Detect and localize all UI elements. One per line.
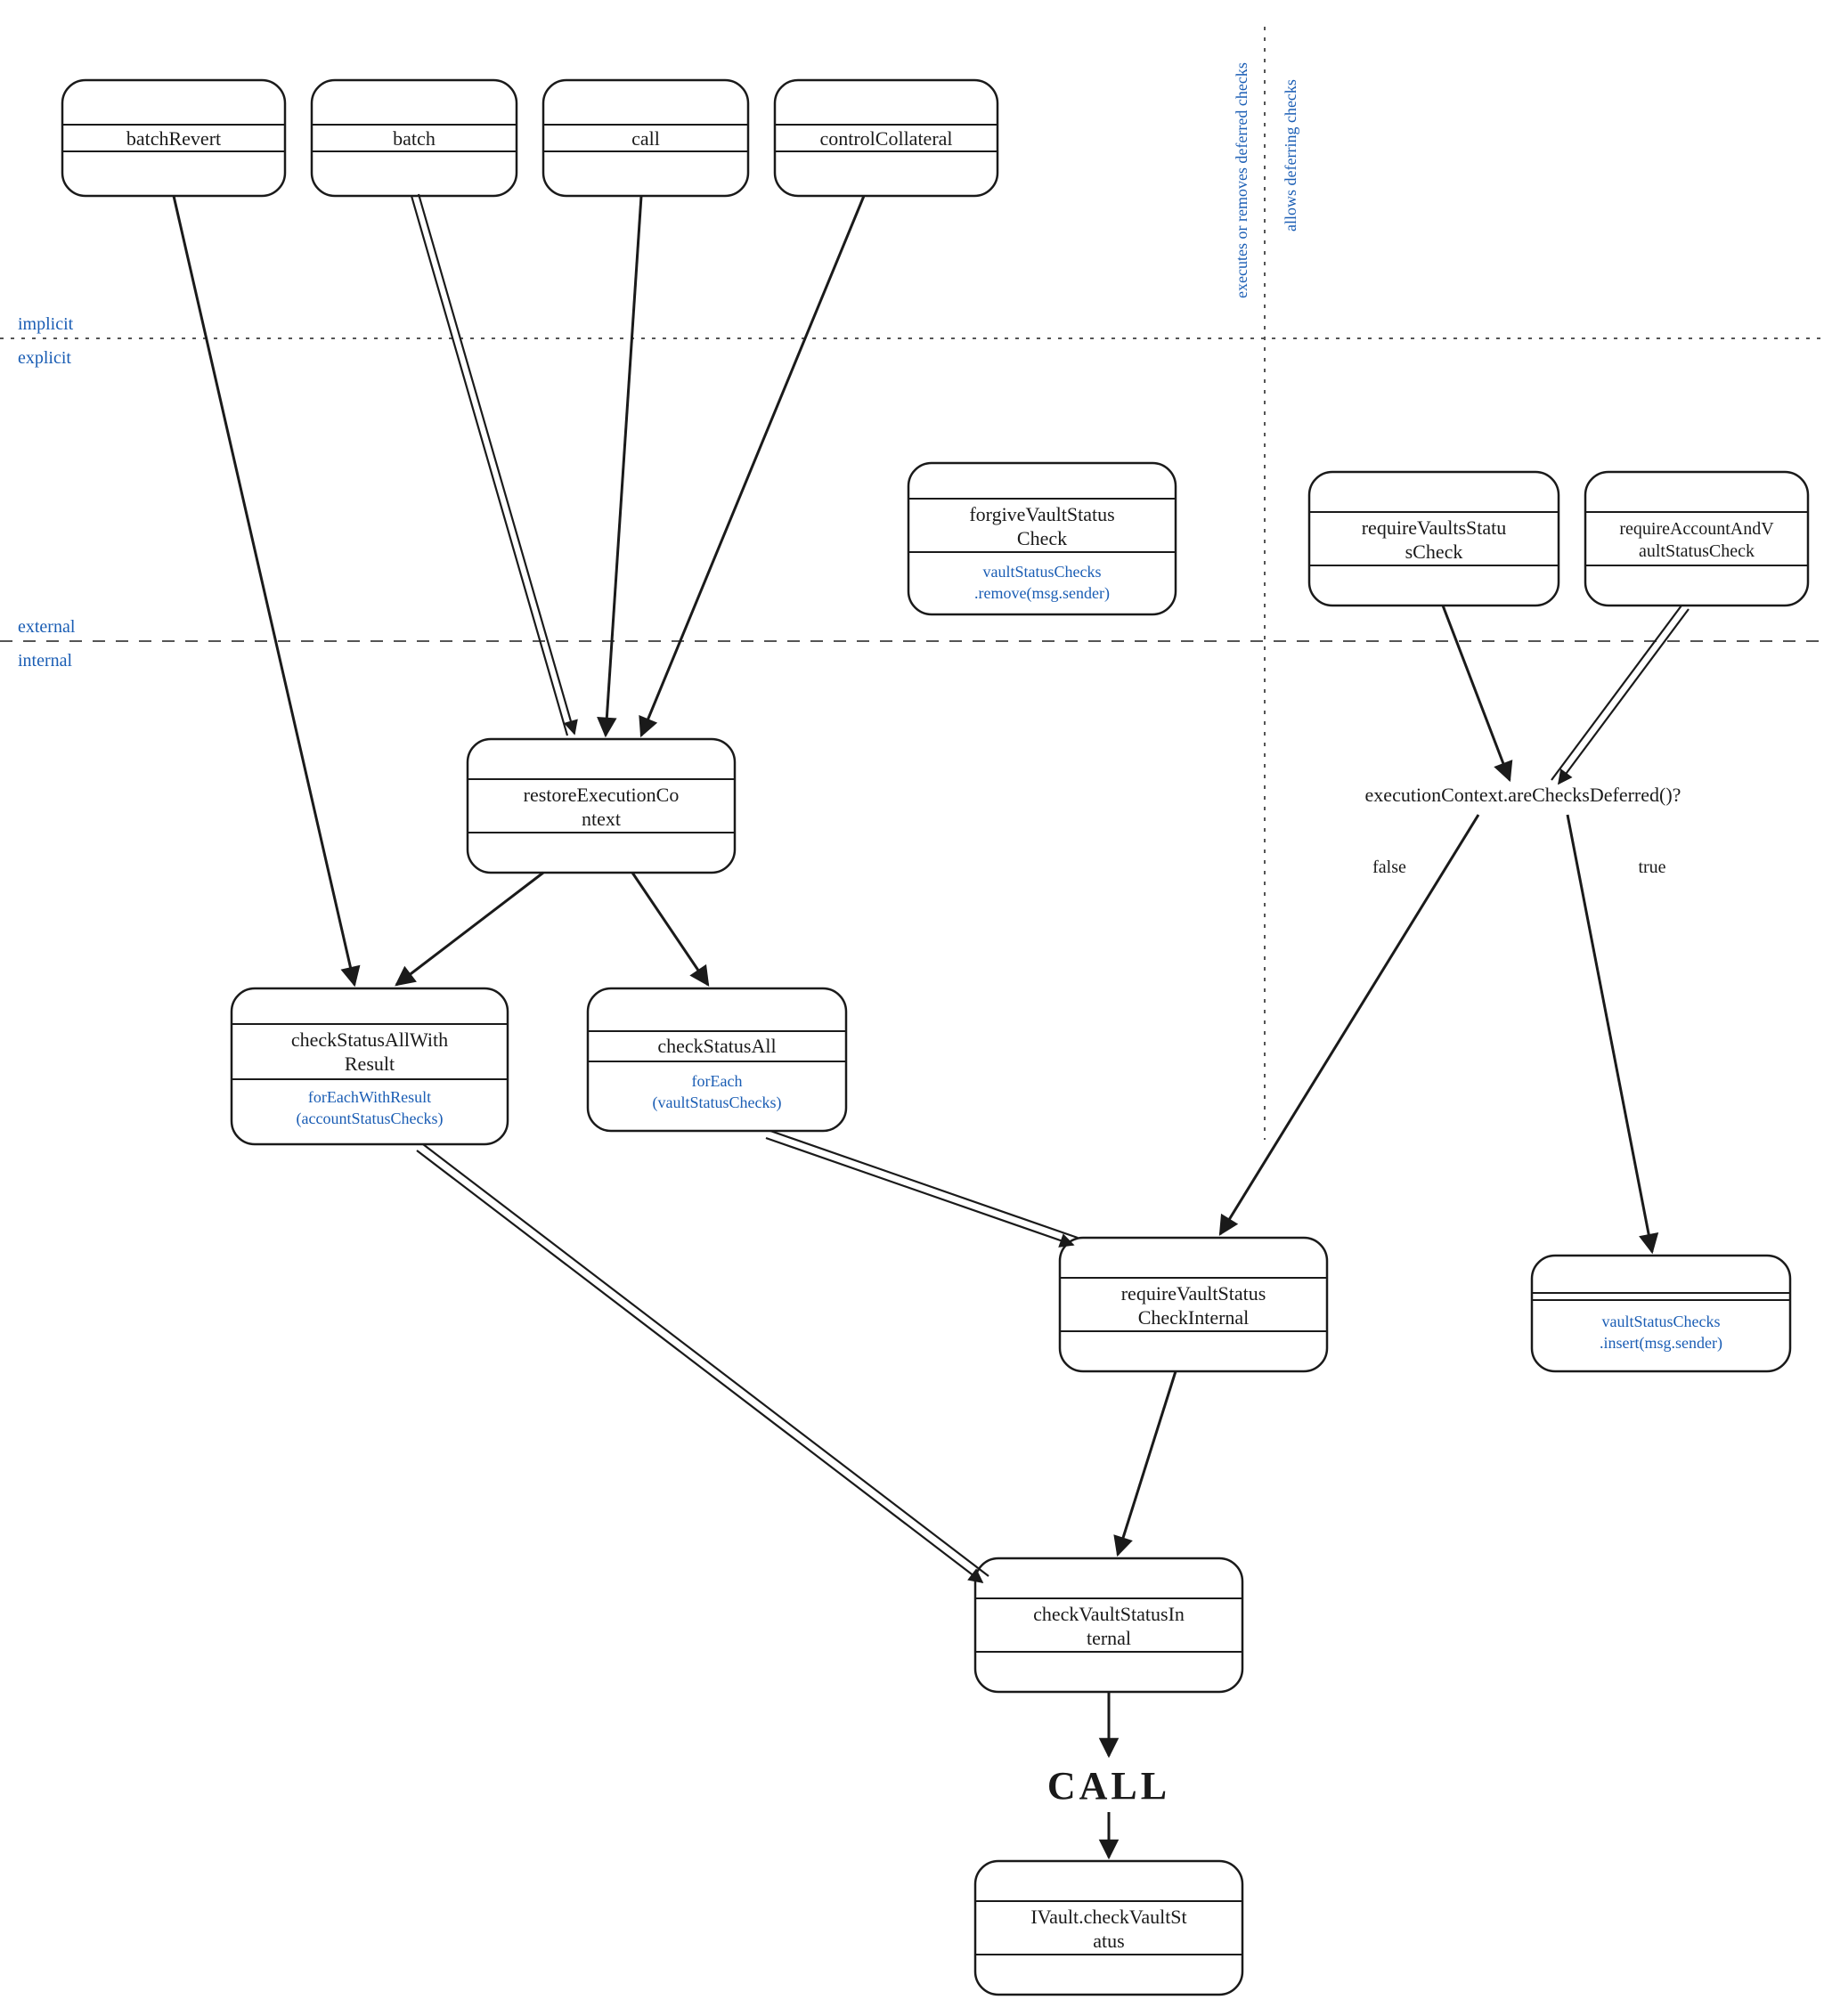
svg-text:restoreExecutionCo: restoreExecutionCo <box>524 784 680 806</box>
svg-text:controlCollateral: controlCollateral <box>819 127 952 150</box>
edge <box>174 196 354 985</box>
svg-text:requireAccountAndV: requireAccountAndV <box>1619 519 1774 539</box>
node-require-vaults-status-check: requireVaultsStatu sCheck <box>1309 472 1559 606</box>
edge-true <box>1568 815 1652 1252</box>
svg-text:.insert(msg.sender): .insert(msg.sender) <box>1600 1334 1722 1353</box>
svg-text:batchRevert: batchRevert <box>126 127 221 150</box>
label-false: false <box>1372 858 1406 877</box>
label-internal: internal <box>18 651 73 671</box>
label-explicit: explicit <box>18 348 71 368</box>
edge-double <box>1551 606 1689 784</box>
edge-double <box>417 1144 989 1582</box>
call-label: CALL <box>1047 1764 1170 1808</box>
svg-text:forgiveVaultStatus: forgiveVaultStatus <box>969 503 1114 525</box>
svg-text:forEachWithResult: forEachWithResult <box>308 1088 431 1106</box>
svg-text:sCheck: sCheck <box>1405 541 1463 563</box>
svg-text:ternal: ternal <box>1087 1627 1131 1649</box>
node-require-account-and-vault: requireAccountAndV aultStatusCheck <box>1585 472 1808 606</box>
svg-text:vaultStatusChecks: vaultStatusChecks <box>1602 1313 1721 1330</box>
edge <box>396 873 543 985</box>
svg-text:vaultStatusChecks: vaultStatusChecks <box>983 563 1102 581</box>
svg-text:atus: atus <box>1093 1930 1124 1952</box>
svg-text:Result: Result <box>345 1053 395 1075</box>
label-allows: allows deferring checks <box>1282 79 1299 232</box>
node-require-vault-status-check-internal: requireVaultStatus CheckInternal <box>1060 1238 1327 1371</box>
edge-false <box>1220 815 1478 1234</box>
node-restore-execution-context: restoreExecutionCo ntext <box>468 739 735 873</box>
node-ivault-check-vault-status: IVault.checkVaultSt atus <box>975 1861 1242 1995</box>
edge <box>606 196 641 736</box>
svg-text:checkVaultStatusIn: checkVaultStatusIn <box>1033 1603 1185 1625</box>
svg-text:CheckInternal: CheckInternal <box>1138 1306 1250 1329</box>
label-executes: executes or removes deferred checks <box>1233 62 1250 298</box>
svg-text:Check: Check <box>1017 527 1067 549</box>
svg-text:requireVaultStatus: requireVaultStatus <box>1121 1282 1266 1305</box>
edge <box>1118 1371 1176 1555</box>
svg-text:.remove(msg.sender): .remove(msg.sender) <box>974 584 1110 603</box>
node-batch: batch <box>312 80 517 196</box>
edge <box>632 873 708 985</box>
svg-text:aultStatusCheck: aultStatusCheck <box>1639 541 1755 561</box>
node-batch-revert: batchRevert <box>62 80 285 196</box>
edge-double <box>411 194 574 736</box>
svg-text:requireVaultsStatu: requireVaultsStatu <box>1362 516 1507 539</box>
label-true: true <box>1638 858 1665 877</box>
node-check-vault-status-internal: checkVaultStatusIn ternal <box>975 1558 1242 1692</box>
decision-are-checks-deferred: executionContext.areChecksDeferred()? <box>1365 784 1682 806</box>
svg-text:IVault.checkVaultSt: IVault.checkVaultSt <box>1030 1906 1186 1928</box>
label-implicit: implicit <box>18 314 74 334</box>
svg-text:batch: batch <box>393 127 436 150</box>
node-forgive-vault-status-check: forgiveVaultStatus Check vaultStatusChec… <box>908 463 1176 614</box>
node-control-collateral: controlCollateral <box>775 80 998 196</box>
svg-text:(accountStatusChecks): (accountStatusChecks) <box>297 1110 444 1128</box>
svg-text:checkStatusAll: checkStatusAll <box>657 1035 776 1057</box>
svg-text:forEach: forEach <box>692 1072 743 1090</box>
svg-text:ntext: ntext <box>582 808 621 830</box>
svg-text:(vaultStatusChecks): (vaultStatusChecks) <box>653 1093 782 1112</box>
edge <box>1443 606 1510 780</box>
label-external: external <box>18 617 76 637</box>
node-check-status-all: checkStatusAll forEach (vaultStatusCheck… <box>588 988 846 1131</box>
node-vault-status-checks-insert: vaultStatusChecks .insert(msg.sender) <box>1532 1256 1790 1371</box>
node-check-status-all-with-result: checkStatusAllWith Result forEachWithRes… <box>232 988 508 1144</box>
edge-double <box>766 1131 1078 1245</box>
node-call: call <box>543 80 748 196</box>
edge <box>641 196 864 736</box>
svg-text:checkStatusAllWith: checkStatusAllWith <box>291 1028 448 1051</box>
svg-text:call: call <box>631 127 660 150</box>
